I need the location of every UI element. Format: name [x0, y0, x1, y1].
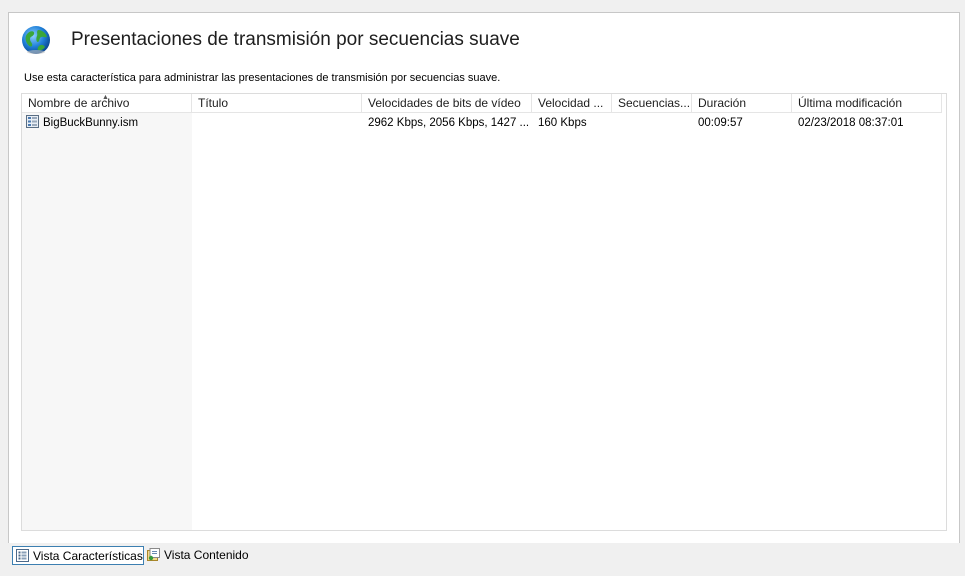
column-header-label: Nombre de archivo — [28, 96, 130, 110]
column-header-title[interactable]: Título — [192, 94, 362, 112]
cell-speed: 160 Kbps — [538, 117, 587, 129]
content-view-button[interactable]: Vista Contenido — [144, 546, 256, 565]
cell-streams — [612, 114, 692, 132]
list-header: Nombre de archivo ▲ Título Velocidades d… — [22, 94, 942, 113]
ism-file-icon — [26, 115, 39, 129]
content-view-label: Vista Contenido — [164, 548, 249, 562]
main-panel: Presentaciones de transmisión por secuen… — [8, 12, 960, 544]
features-view-icon — [16, 549, 29, 562]
features-view-button[interactable]: Vista Características — [12, 546, 144, 565]
cell-last-modified: 02/23/2018 08:37:01 — [798, 117, 904, 129]
cell-title — [192, 114, 362, 132]
cell-filename: BigBuckBunny.ism — [22, 114, 192, 132]
column-header-speed[interactable]: Velocidad ... — [532, 94, 612, 112]
filename-text: BigBuckBunny.ism — [43, 117, 139, 129]
content-view-icon — [147, 548, 160, 561]
column-header-filename[interactable]: Nombre de archivo ▲ — [22, 94, 192, 112]
globe-icon — [22, 26, 50, 54]
presentations-list[interactable]: Nombre de archivo ▲ Título Velocidades d… — [21, 93, 947, 531]
sorted-column-background — [22, 94, 192, 530]
table-row[interactable]: BigBuckBunny.ism 2962 Kbps, 2056 Kbps, 1… — [22, 114, 942, 132]
column-header-streams[interactable]: Secuencias... — [612, 94, 692, 112]
page-title: Presentaciones de transmisión por secuen… — [71, 29, 520, 50]
features-view-label: Vista Características — [33, 549, 143, 563]
column-header-duration[interactable]: Duración — [692, 94, 792, 112]
page-description: Use esta característica para administrar… — [24, 72, 501, 84]
view-switcher-bar: Vista Características Vista Contenido — [0, 543, 965, 576]
cell-video-bitrates: 2962 Kbps, 2056 Kbps, 1427 ... — [368, 117, 530, 129]
column-header-video-bitrates[interactable]: Velocidades de bits de vídeo — [362, 94, 532, 112]
sort-ascending-icon: ▲ — [102, 94, 109, 101]
column-header-last-modified[interactable]: Última modificación — [792, 94, 942, 112]
cell-duration: 00:09:57 — [698, 117, 743, 129]
